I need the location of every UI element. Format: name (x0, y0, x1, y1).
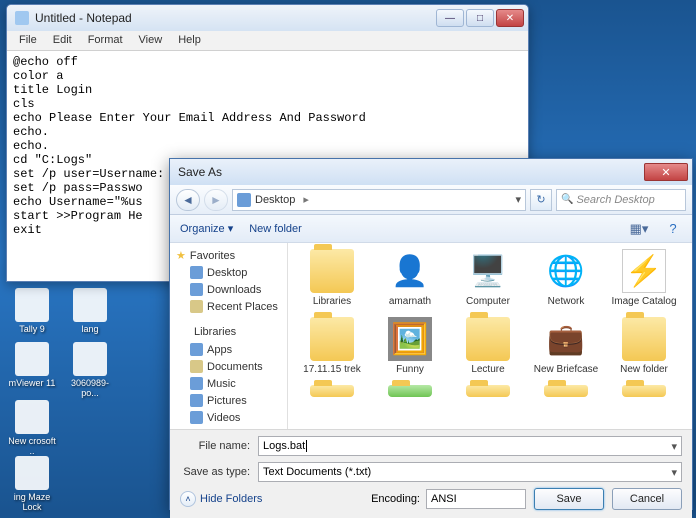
saveas-dialog: Save As ✕ ◄ ► Desktop ▸ ▾ ↻ Search Deskt… (169, 158, 693, 510)
nav-bar: ◄ ► Desktop ▸ ▾ ↻ Search Desktop (170, 185, 692, 215)
forward-button[interactable]: ► (204, 189, 228, 211)
menu-format[interactable]: Format (80, 31, 131, 50)
tree-item-apps[interactable]: Apps (170, 341, 287, 358)
hide-folders-button[interactable]: ˄Hide Folders (180, 491, 262, 507)
back-button[interactable]: ◄ (176, 189, 200, 211)
notepad-title: Untitled - Notepad (35, 11, 132, 25)
tree-libraries[interactable]: Libraries (170, 323, 287, 341)
item-folder[interactable] (298, 385, 366, 400)
organize-button[interactable]: Organize ▾ (180, 222, 233, 235)
desktop-icon[interactable]: Tally 9 (6, 288, 58, 334)
item-folder[interactable] (610, 385, 678, 400)
search-input[interactable]: Search Desktop (556, 189, 686, 211)
item-network[interactable]: 🌐Network (532, 249, 600, 307)
cancel-button[interactable]: Cancel (612, 488, 682, 510)
tree-item-recent[interactable]: Recent Places (170, 298, 287, 315)
item-lecture[interactable]: Lecture (454, 317, 522, 375)
filename-input[interactable]: Logs.bat (258, 436, 682, 456)
toolbar: Organize ▾ New folder ▦▾ ? (170, 215, 692, 243)
notepad-menubar: File Edit Format View Help (7, 31, 528, 51)
help-icon[interactable]: ? (664, 220, 682, 238)
save-button[interactable]: Save (534, 488, 604, 510)
notepad-icon (15, 11, 29, 25)
item-newfolder[interactable]: New folder (610, 317, 678, 375)
star-icon: ★ (176, 249, 186, 262)
filename-label: File name: (180, 440, 250, 452)
saveas-titlebar[interactable]: Save As ✕ (170, 159, 692, 185)
tree-item-downloads[interactable]: Downloads (170, 281, 287, 298)
item-user[interactable]: 👤amarnath (376, 249, 444, 307)
desktop-icon[interactable]: 3060989-po... (64, 342, 116, 398)
item-folder[interactable] (532, 385, 600, 400)
newfolder-button[interactable]: New folder (249, 223, 302, 235)
menu-file[interactable]: File (11, 31, 45, 50)
tree-item-videos[interactable]: Videos (170, 409, 287, 426)
tree-item-pictures[interactable]: Pictures (170, 392, 287, 409)
breadcrumb[interactable]: Desktop ▸ ▾ (232, 189, 526, 211)
tree-favorites[interactable]: ★Favorites (170, 247, 287, 264)
tree-item-desktop[interactable]: Desktop (170, 264, 287, 281)
desktop-icon[interactable]: lang (64, 288, 116, 334)
desktop-icon[interactable]: mViewer 11 (6, 342, 58, 388)
menu-help[interactable]: Help (170, 31, 209, 50)
menu-view[interactable]: View (131, 31, 171, 50)
item-folder[interactable] (454, 385, 522, 400)
menu-edit[interactable]: Edit (45, 31, 80, 50)
chevron-up-icon: ˄ (180, 491, 196, 507)
tree-item-documents[interactable]: Documents (170, 358, 287, 375)
view-button[interactable]: ▦▾ (630, 220, 648, 238)
item-computer[interactable]: 🖥️Computer (454, 249, 522, 307)
close-button[interactable]: ✕ (644, 163, 688, 181)
nav-tree: ★Favorites Desktop Downloads Recent Plac… (170, 243, 288, 429)
item-libraries[interactable]: Libraries (298, 249, 366, 307)
encoding-select[interactable]: ANSI (426, 489, 526, 509)
item-briefcase[interactable]: 💼New Briefcase (532, 317, 600, 375)
item-funny[interactable]: 🖼️Funny (376, 317, 444, 375)
notepad-titlebar[interactable]: Untitled - Notepad — □ ✕ (7, 5, 528, 31)
encoding-label: Encoding: (371, 493, 420, 505)
refresh-button[interactable]: ↻ (530, 189, 552, 211)
item-folder[interactable]: 17.11.15 trek (298, 317, 366, 375)
item-folder[interactable] (376, 385, 444, 400)
close-button[interactable]: ✕ (496, 9, 524, 27)
saveas-title: Save As (178, 165, 222, 179)
file-grid: Libraries 👤amarnath 🖥️Computer 🌐Network … (288, 243, 692, 429)
minimize-button[interactable]: — (436, 9, 464, 27)
library-icon (176, 325, 190, 339)
desktop-icon[interactable]: ing Maze Lock (6, 456, 58, 512)
tree-item-music[interactable]: Music (170, 375, 287, 392)
dialog-bottom: File name: Logs.bat Save as type: Text D… (170, 429, 692, 518)
item-image-catalog[interactable]: ⚡Image Catalog (610, 249, 678, 307)
saveastype-select[interactable]: Text Documents (*.txt) (258, 462, 682, 482)
saveastype-label: Save as type: (180, 466, 250, 478)
desktop-icon (237, 193, 251, 207)
maximize-button[interactable]: □ (466, 9, 494, 27)
desktop-icon[interactable]: New crosoft .. (6, 400, 58, 456)
